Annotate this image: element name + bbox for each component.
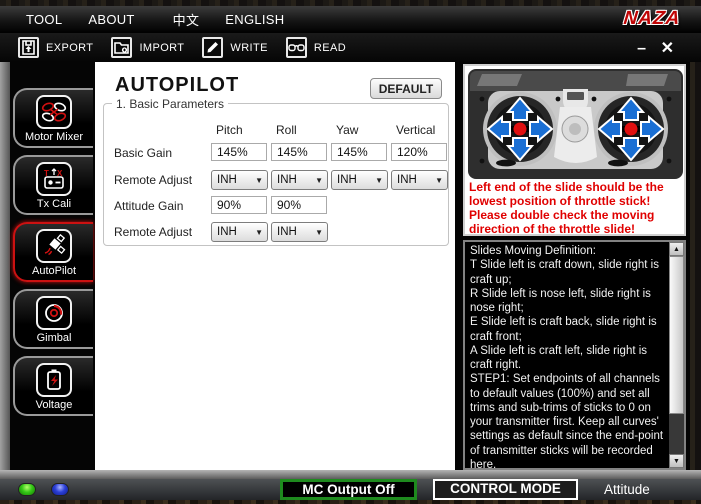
chevron-down-icon: ▼ — [435, 176, 443, 185]
transmitter-image — [468, 69, 683, 179]
scroll-up-icon[interactable]: ▲ — [669, 242, 684, 256]
window-bottom-frame — [0, 500, 701, 504]
scroll-down-icon[interactable]: ▼ — [669, 454, 684, 468]
sidebar-tab-autopilot[interactable]: AutoPilot — [13, 222, 93, 282]
basic-gain-vertical-input[interactable] — [391, 143, 447, 161]
basic-gain-label: Basic Gain — [114, 146, 172, 160]
basic-parameters-group: 1. Basic Parameters Pitch Roll Yaw Verti… — [103, 103, 449, 246]
import-button[interactable]: IMPORT — [111, 37, 184, 58]
info-line: A Slide left is craft left, slide right … — [470, 344, 668, 373]
remote-adjust-label-1: Remote Adjust — [114, 173, 192, 187]
info-line: T Slide left is craft down, slide right … — [470, 258, 668, 287]
sidebar-tab-gimbal[interactable]: Gimbal — [13, 289, 93, 349]
throttle-warning-text: Left end of the slide should be the lowe… — [469, 180, 683, 236]
export-icon — [18, 37, 39, 58]
column-header-roll: Roll — [276, 123, 297, 137]
info-line: Slides Moving Definition: — [470, 244, 668, 258]
menu-bar: TOOL ABOUT 中文 ENGLISH NAZA — [0, 6, 701, 33]
throttle-warning-panel: Left end of the slide should be the lowe… — [463, 64, 686, 236]
info-line: R Slide left is nose left, slide right i… — [470, 287, 668, 316]
chevron-down-icon: ▼ — [255, 228, 263, 237]
import-icon — [111, 37, 132, 58]
attitude-gain-pitch-input[interactable] — [211, 196, 267, 214]
basic-gain-yaw-input[interactable] — [331, 143, 387, 161]
column-header-yaw: Yaw — [336, 123, 358, 137]
instructions-scrollbar[interactable]: ▲ ▼ — [669, 242, 684, 468]
menu-chinese[interactable]: 中文 — [173, 10, 200, 29]
menu-about[interactable]: ABOUT — [88, 12, 134, 27]
control-mode-label: CONTROL MODE — [433, 479, 578, 500]
attitude-gain-label: Attitude Gain — [114, 199, 183, 213]
sidebar-tab-voltage[interactable]: Voltage — [13, 356, 93, 416]
menu-english[interactable]: ENGLISH — [225, 12, 284, 27]
column-header-pitch: Pitch — [216, 123, 243, 137]
autopilot-page: AUTOPILOT DEFAULT 1. Basic Parameters Pi… — [95, 62, 455, 470]
attitude-remote-adjust-roll-select[interactable]: INH▼ — [271, 222, 328, 242]
read-button[interactable]: READ — [286, 37, 346, 58]
sidebar-tab-motor-mixer[interactable]: Motor Mixer — [13, 88, 93, 148]
remote-adjust-roll-select[interactable]: INH▼ — [271, 170, 328, 190]
instructions-panel: Slides Moving Definition: T Slide left i… — [463, 240, 686, 470]
info-line: E Slide left is craft back, slide right … — [470, 315, 668, 344]
flight-mode-status: Attitude — [604, 482, 650, 497]
remote-adjust-vertical-select[interactable]: INH▼ — [391, 170, 448, 190]
group-legend: 1. Basic Parameters — [112, 97, 228, 111]
attitude-gain-roll-input[interactable] — [271, 196, 327, 214]
motor-mixer-icon — [36, 95, 72, 129]
write-icon — [202, 37, 223, 58]
window-left-frame — [0, 62, 10, 470]
chevron-down-icon: ▼ — [315, 228, 323, 237]
tx-cali-icon: T X — [36, 162, 72, 196]
remote-adjust-yaw-select[interactable]: INH▼ — [331, 170, 388, 190]
minimize-button[interactable]: – — [637, 41, 646, 57]
basic-gain-roll-input[interactable] — [271, 143, 327, 161]
basic-gain-pitch-input[interactable] — [211, 143, 267, 161]
toolbar: EXPORT IMPORT WRITE READ – ✕ — [0, 33, 701, 62]
read-icon — [286, 37, 307, 58]
attitude-remote-adjust-pitch-select[interactable]: INH▼ — [211, 222, 268, 242]
instructions-text: Slides Moving Definition: T Slide left i… — [470, 244, 668, 470]
chevron-down-icon: ▼ — [315, 176, 323, 185]
chevron-down-icon: ▼ — [255, 176, 263, 185]
naza-assistant-window: TOOL ABOUT 中文 ENGLISH NAZA EXPORT IMPORT… — [0, 0, 701, 504]
green-led-indicator — [18, 483, 36, 496]
menu-tool[interactable]: TOOL — [26, 12, 62, 27]
mc-output-status: MC Output Off — [280, 479, 417, 500]
write-button[interactable]: WRITE — [202, 37, 267, 58]
sidebar: Motor Mixer T X Tx Cali — [10, 62, 95, 470]
status-divider — [0, 470, 701, 479]
scrollbar-thumb[interactable] — [669, 256, 684, 414]
voltage-icon — [36, 363, 72, 397]
page-title: AUTOPILOT — [115, 74, 239, 97]
column-header-vertical: Vertical — [396, 123, 435, 137]
blue-led-indicator — [51, 483, 69, 496]
naza-logo: NAZA — [618, 6, 687, 32]
chevron-down-icon: ▼ — [375, 176, 383, 185]
default-button[interactable]: DEFAULT — [370, 78, 442, 99]
sidebar-tab-tx-cali[interactable]: T X Tx Cali — [13, 155, 93, 215]
export-button[interactable]: EXPORT — [18, 37, 93, 58]
status-bar: MC Output Off CONTROL MODE Attitude — [0, 479, 701, 500]
gimbal-icon — [36, 296, 72, 330]
info-line: STEP1: Set endpoints of all channels to … — [470, 372, 668, 470]
remote-adjust-label-2: Remote Adjust — [114, 225, 192, 239]
autopilot-icon — [36, 229, 72, 263]
close-button[interactable]: ✕ — [661, 41, 674, 57]
remote-adjust-pitch-select[interactable]: INH▼ — [211, 170, 268, 190]
